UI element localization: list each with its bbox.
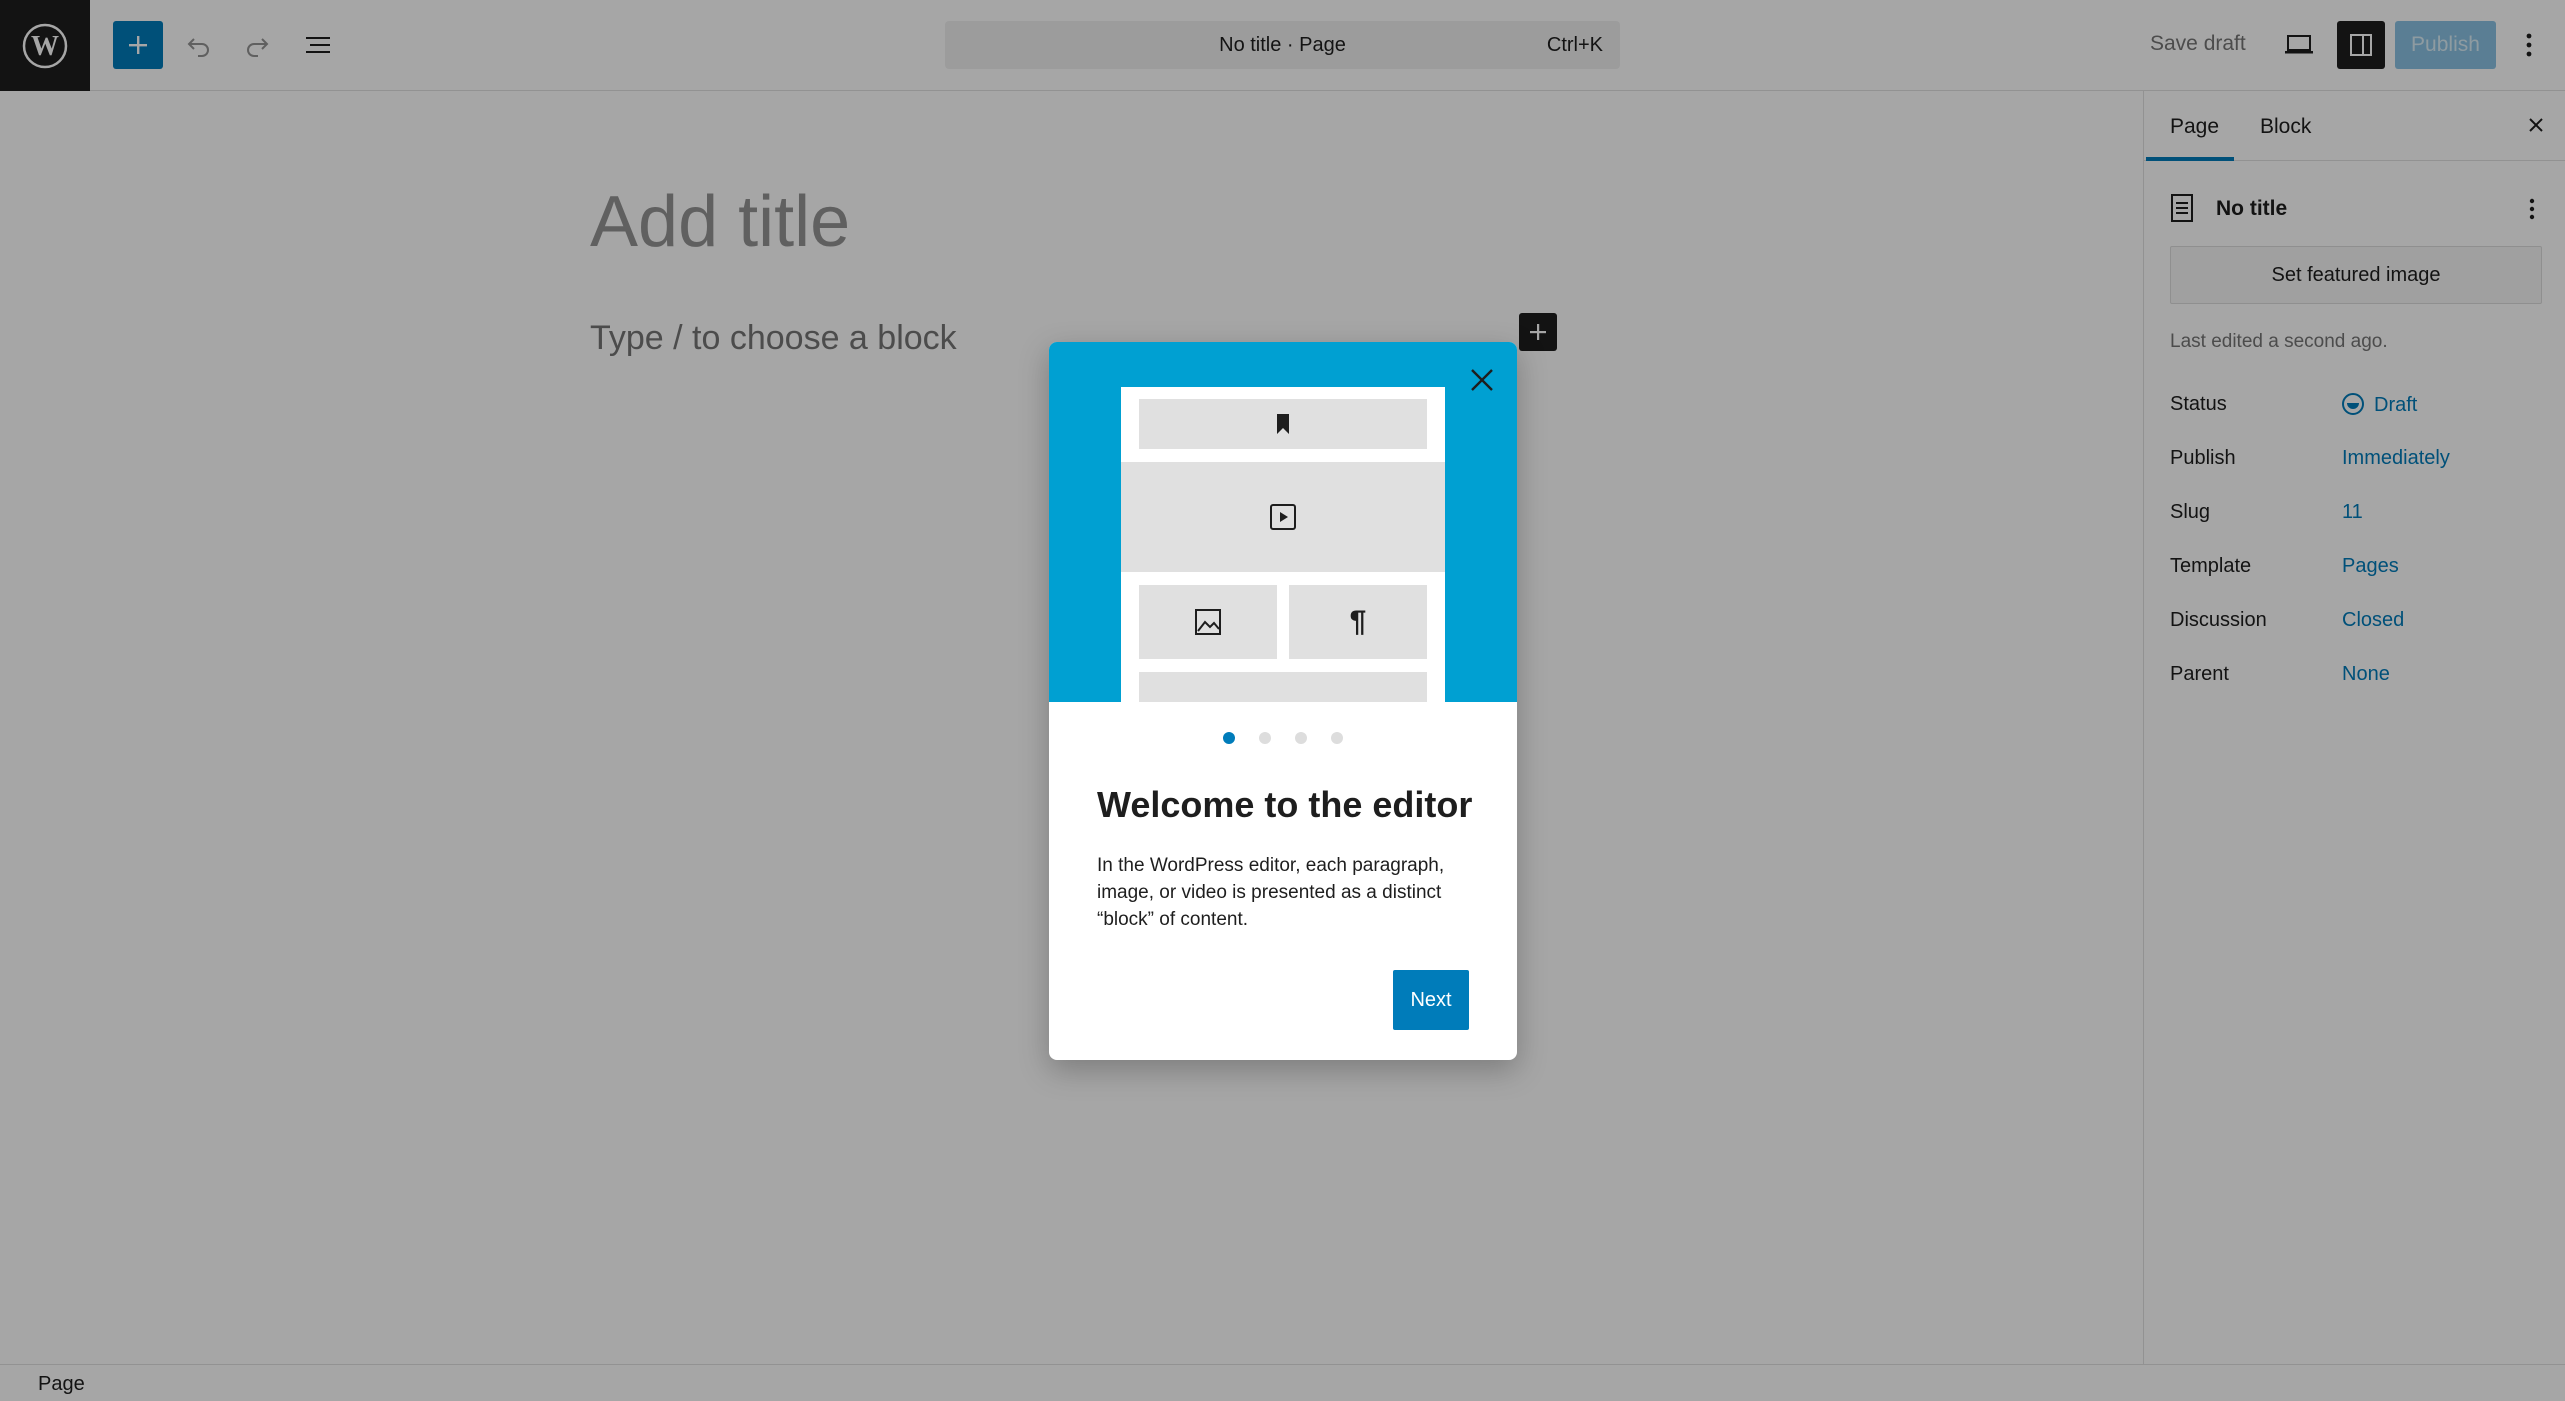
image-icon	[1195, 609, 1221, 635]
page-dot-1[interactable]	[1223, 732, 1235, 744]
welcome-guide-modal: ¶ Welcome to the editor In the WordPress…	[1049, 342, 1517, 1060]
illustration-block	[1139, 672, 1427, 702]
bookmark-icon	[1277, 414, 1289, 434]
illustration-block	[1139, 399, 1427, 449]
video-icon	[1270, 504, 1296, 530]
page-dot-2[interactable]	[1259, 732, 1271, 744]
page-dot-3[interactable]	[1295, 732, 1307, 744]
illustration-page: ¶	[1121, 387, 1445, 702]
page-indicator	[1049, 732, 1517, 744]
modal-heading: Welcome to the editor	[1097, 784, 1473, 825]
page-dot-4[interactable]	[1331, 732, 1343, 744]
illustration-block	[1139, 585, 1277, 659]
close-modal-button[interactable]	[1462, 360, 1502, 400]
next-button[interactable]: Next	[1393, 970, 1469, 1030]
modal-body-text: In the WordPress editor, each paragraph,…	[1097, 855, 1445, 930]
illustration-block	[1121, 462, 1445, 572]
paragraph-icon: ¶	[1349, 605, 1367, 638]
illustration-block: ¶	[1289, 585, 1427, 659]
welcome-illustration: ¶	[1049, 342, 1517, 702]
close-icon	[1471, 369, 1493, 391]
